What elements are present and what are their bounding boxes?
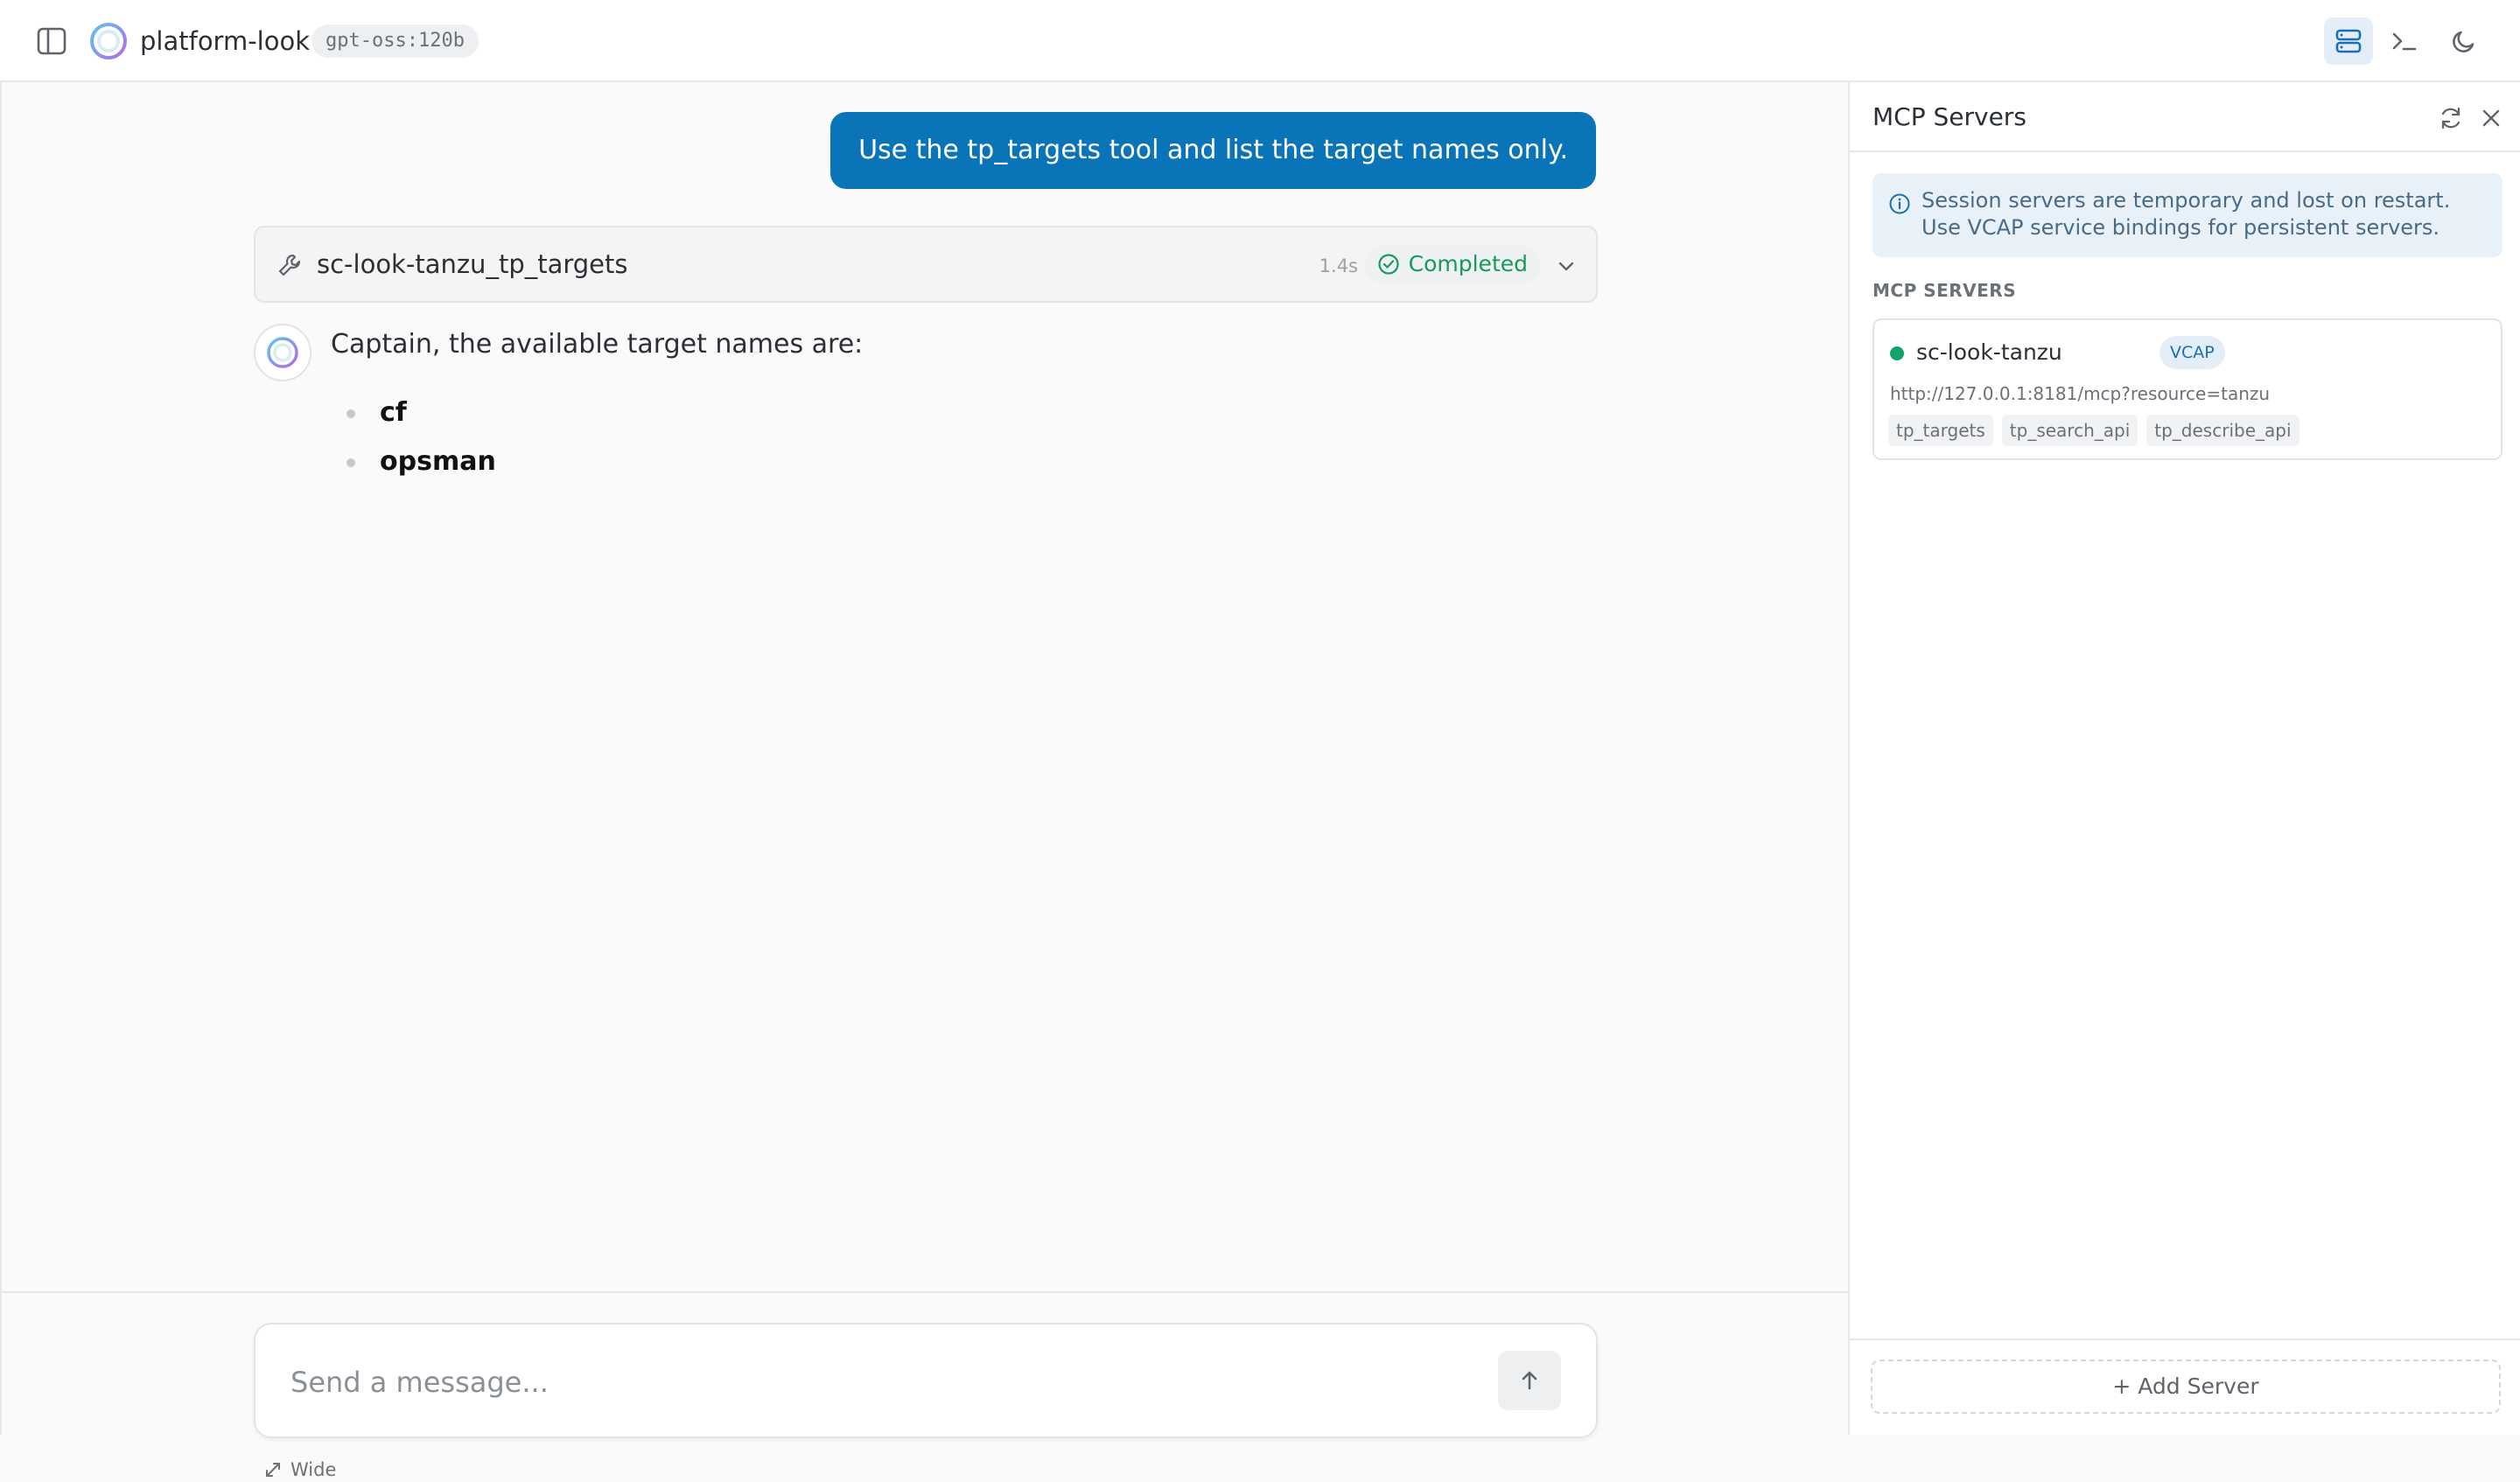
tool-duration: 1.4s [1319,255,1358,276]
app-title: platform-look [140,26,311,56]
message-composer [254,1323,1598,1438]
list-item: cf [346,388,496,437]
tool-call-card[interactable]: sc-look-tanzu_tp_targets 1.4s Completed [254,226,1598,303]
moon-icon [2453,31,2474,52]
mcp-servers-panel: MCP Servers Session servers are temporar… [1848,82,2520,1435]
top-bar: platform-look gpt-oss:120b [0,0,2520,82]
terminal-icon [2392,32,2417,51]
assistant-message: Captain, the available target names are: [331,329,864,360]
server-type-badge: VCAP [2160,336,2225,369]
status-dot-icon [1890,346,1904,360]
wrench-icon [278,254,301,276]
tool-chip: tp_targets [1888,415,1993,446]
add-server-button[interactable]: + Add Server [1871,1360,2501,1414]
list-item-label: opsman [380,446,496,477]
tool-chip: tp_describe_api [2146,415,2300,446]
tool-chip: tp_search_api [2001,415,2138,446]
info-notice: Session servers are temporary and lost o… [1872,173,2502,257]
composer-area: Wide [2,1291,1850,1480]
assistant-avatar [254,324,312,381]
model-badge: gpt-oss:120b [312,24,479,58]
server-url: http://127.0.0.1:8181/mcp?resource=tanzu [1890,383,2271,404]
list-item: opsman [346,437,496,486]
section-label: MCP SERVERS [1872,280,2017,301]
tool-name: sc-look-tanzu_tp_targets [317,249,628,279]
message-input[interactable] [290,1356,1498,1409]
server-tools: tp_targets tp_search_api tp_describe_api [1888,415,2300,446]
panel-header: MCP Servers [1850,82,2520,152]
panel-footer: + Add Server [1850,1339,2520,1435]
tool-status-label: Completed [1408,251,1528,276]
info-text: Session servers are temporary and lost o… [1922,188,2451,240]
bullet-icon [346,409,355,418]
close-icon[interactable] [2480,107,2502,129]
panel-title: MCP Servers [1872,102,2026,131]
bullet-icon [346,458,355,467]
chat-area: Use the tp_targets tool and list the tar… [0,82,1850,1480]
terminal-button[interactable] [2380,17,2429,65]
theme-toggle-button[interactable] [2440,17,2488,65]
wide-toggle-label: Wide [290,1459,337,1480]
servers-icon [2335,29,2362,53]
tool-status-badge: Completed [1364,245,1540,283]
user-message-bubble: Use the tp_targets tool and list the tar… [830,112,1596,189]
list-item-label: cf [380,397,407,428]
info-icon [1889,193,1910,214]
assistant-logo-icon [267,337,298,368]
answer-list: cf opsman [346,388,496,486]
sidebar-toggle-icon[interactable] [37,27,66,55]
chevron-down-icon[interactable] [1556,255,1577,276]
send-button[interactable] [1498,1351,1561,1410]
wide-toggle[interactable]: Wide [264,1458,336,1482]
server-name: sc-look-tanzu [1916,339,2062,365]
check-circle-icon [1378,254,1399,275]
arrow-up-icon [1522,1371,1537,1390]
refresh-icon[interactable] [2438,105,2464,131]
expand-icon [266,1463,280,1477]
servers-panel-button[interactable] [2324,17,2373,65]
server-card[interactable]: sc-look-tanzu VCAP http://127.0.0.1:8181… [1872,318,2502,460]
app-logo [89,22,128,60]
